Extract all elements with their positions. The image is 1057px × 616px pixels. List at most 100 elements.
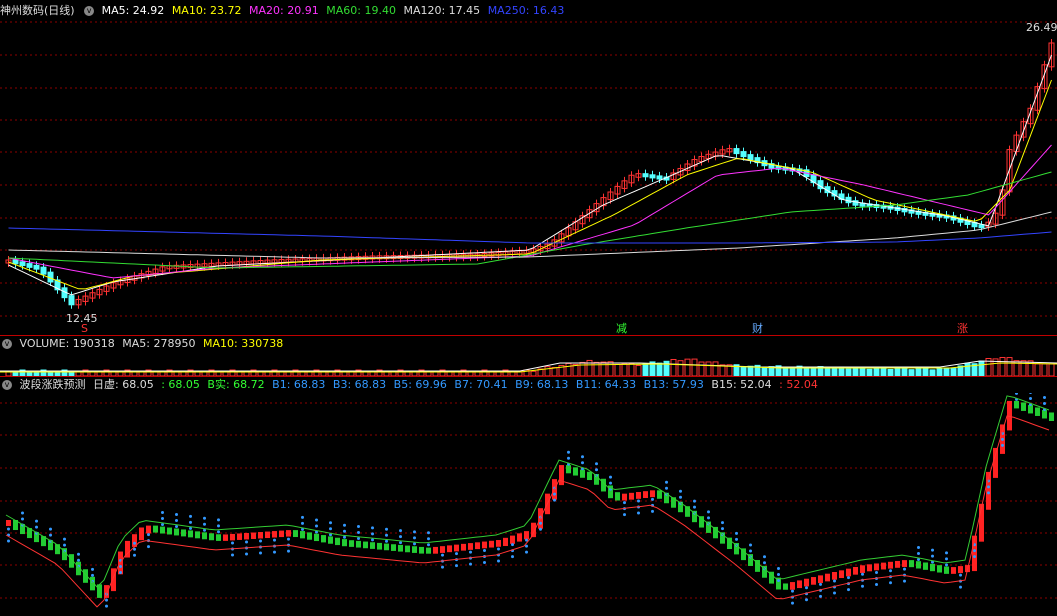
indicator-bar — [1021, 402, 1026, 411]
indicator-dot — [707, 516, 710, 520]
volume-bar — [544, 366, 551, 377]
indicator-dot — [399, 529, 402, 533]
indicator-bar — [391, 544, 396, 551]
volume-label: VOLUME: 190318 — [19, 337, 115, 350]
candle — [12, 259, 19, 265]
candle — [19, 261, 26, 267]
indicator-dot — [931, 554, 934, 558]
indicator-dot — [203, 522, 206, 526]
indicator-dot — [721, 521, 724, 525]
volume-bar — [1034, 363, 1041, 377]
indicator-dot — [455, 564, 458, 568]
indicator-item: B3: 68.83 — [332, 378, 387, 391]
volume-bar — [600, 361, 607, 377]
collapse-indicator-icon[interactable]: v — [2, 380, 12, 390]
indicator-bar — [811, 577, 816, 585]
indicator-bar — [797, 580, 802, 589]
indicator-dot — [609, 475, 612, 479]
indicator-dot — [175, 518, 178, 522]
indicator-dot — [987, 485, 990, 489]
volume-bar — [873, 367, 880, 377]
candle — [642, 173, 649, 178]
indicator-dot — [231, 541, 234, 545]
indicator-item: : 68.05 — [161, 378, 200, 391]
indicator-dot — [259, 551, 262, 555]
signal-marker-jian: 减 — [616, 322, 627, 335]
indicator-dot — [539, 527, 542, 531]
indicator-bar — [405, 545, 410, 553]
indicator-dot — [917, 545, 920, 549]
indicator-dot — [973, 555, 976, 559]
indicator-dot — [427, 543, 430, 547]
indicator-bar — [139, 527, 144, 541]
indicator-dot — [77, 552, 80, 556]
indicator-dot — [231, 553, 234, 557]
volume-bar — [803, 367, 810, 377]
indicator-dot — [133, 553, 136, 557]
indicator-bar — [916, 561, 921, 569]
indicator-bar — [496, 540, 501, 547]
indicator-bar — [643, 491, 648, 498]
indicator-dot — [581, 461, 584, 465]
indicator-bar — [412, 546, 417, 553]
indicator-dot — [203, 516, 206, 520]
indicator-chart[interactable] — [0, 393, 1057, 615]
indicator-bar — [888, 561, 893, 569]
indicator-dot — [413, 542, 416, 546]
indicator-dot — [441, 553, 444, 557]
indicator-dot — [861, 572, 864, 576]
volume-bar — [901, 367, 908, 377]
indicator-dot — [273, 538, 276, 542]
indicator-bar — [440, 546, 445, 553]
volume-bar — [698, 361, 705, 377]
indicator-bar — [881, 562, 886, 570]
indicator-dot — [329, 527, 332, 531]
collapse-volume-icon[interactable]: v — [2, 339, 12, 349]
indicator-bar — [181, 529, 186, 537]
volume-bar — [614, 363, 621, 377]
indicator-dot — [819, 582, 822, 586]
indicator-dot — [413, 530, 416, 534]
indicator-bar — [160, 526, 165, 534]
indicator-dot — [399, 541, 402, 545]
price-chart[interactable] — [0, 0, 1057, 334]
volume-bar — [943, 367, 950, 377]
indicator-dot — [1043, 401, 1046, 405]
indicator-bar — [468, 543, 473, 550]
indicator-dot — [903, 579, 906, 583]
indicator-bar — [223, 534, 228, 541]
volume-bar — [607, 361, 614, 377]
volume-chart[interactable] — [0, 351, 1057, 377]
indicator-bar — [818, 575, 823, 584]
indicator-bar — [342, 539, 347, 547]
volume-bar — [999, 356, 1006, 377]
indicator-dot — [665, 486, 668, 490]
indicator-dot — [217, 518, 220, 522]
indicator-bar — [559, 465, 564, 486]
indicator-dot — [637, 499, 640, 503]
volume-bar — [922, 367, 929, 377]
volume-bar — [915, 368, 922, 377]
indicator-bar — [944, 566, 949, 574]
indicator-dot — [637, 511, 640, 515]
indicator-dot — [427, 531, 430, 535]
indicator-item: 日虚: 68.05 — [93, 378, 154, 391]
indicator-dot — [77, 558, 80, 562]
indicator-dot — [469, 562, 472, 566]
indicator-bar — [244, 532, 249, 540]
candle — [656, 175, 663, 180]
indicator-bar — [1028, 404, 1033, 414]
indicator-dot — [7, 539, 10, 543]
indicator-bar — [265, 531, 270, 539]
indicator-bar — [566, 465, 571, 474]
indicator-item: B15: 52.04 — [711, 378, 772, 391]
volume-ma5-label: MA5: 278950 — [122, 337, 196, 350]
indicator-dot — [791, 589, 794, 593]
indicator-bar — [286, 530, 291, 537]
indicator-dot — [721, 527, 724, 531]
indicator-dot — [49, 533, 52, 537]
volume-bar — [684, 358, 691, 377]
indicator-bar — [251, 532, 256, 539]
candle — [978, 224, 985, 229]
indicator-dot — [651, 497, 654, 501]
